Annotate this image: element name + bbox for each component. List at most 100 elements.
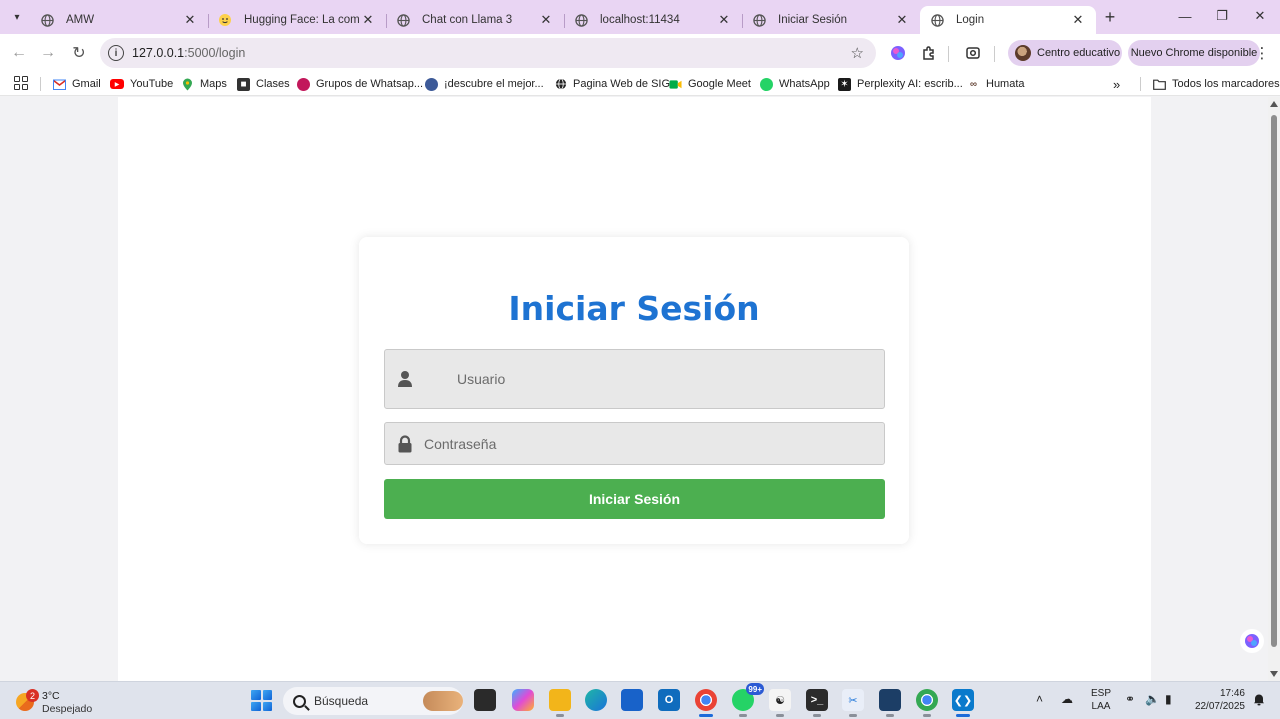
browser-menu-icon[interactable]: ⋮	[1255, 43, 1270, 63]
login-submit-button[interactable]: Iniciar Sesión	[384, 479, 885, 519]
close-tab-icon[interactable]: ✕	[360, 12, 376, 28]
chrome-icon[interactable]	[695, 689, 717, 717]
all-bookmarks-button[interactable]: Todos los marcadores	[1153, 75, 1280, 93]
tab-chat-llama[interactable]: Chat con Llama 3 ✕	[386, 6, 565, 34]
globe-icon	[554, 78, 567, 91]
close-window-button[interactable]: ✕	[1242, 4, 1278, 28]
address-bar[interactable]: i 127.0.0.1:5000/login ☆	[100, 38, 876, 68]
reload-button[interactable]: ↻	[68, 42, 90, 64]
weather-temperature: 3°C	[42, 690, 60, 702]
bookmark-label: ¡descubre el mejor...	[444, 78, 544, 90]
bookmark-perplexity[interactable]: ✶ Perplexity AI: escrib...	[838, 75, 963, 93]
vertical-scrollbar[interactable]	[1268, 97, 1280, 681]
chrome-profile-icon[interactable]	[916, 689, 938, 717]
scroll-up-icon[interactable]	[1270, 101, 1278, 107]
back-button[interactable]: ←	[8, 42, 30, 64]
username-input[interactable]	[385, 350, 884, 408]
bookmark-label: WhatsApp	[779, 78, 830, 90]
maximize-button[interactable]: ❐	[1204, 4, 1240, 28]
gemini-icon[interactable]	[888, 43, 908, 63]
show-hidden-icons-chevron-icon[interactable]: ˄	[1036, 692, 1043, 706]
scrollbar-thumb[interactable]	[1271, 115, 1277, 647]
app-indicator	[776, 714, 784, 717]
bookmark-gmail[interactable]: Gmail	[53, 75, 101, 93]
tab-hugging-face[interactable]: Hugging Face: La comunidad ✕	[208, 6, 387, 34]
tab-iniciar-sesion[interactable]: Iniciar Sesión ✕	[742, 6, 920, 34]
store-icon[interactable]	[621, 689, 643, 711]
tab-login[interactable]: Login ✕	[920, 6, 1096, 34]
more-bookmarks-chevron-icon[interactable]: »	[1113, 75, 1120, 93]
whatsapp-taskbar-icon[interactable]: 99+	[732, 683, 764, 717]
gmail-icon	[53, 78, 66, 91]
forward-button[interactable]: →	[37, 42, 59, 64]
bookmarks-divider	[1140, 77, 1141, 91]
close-tab-icon[interactable]: ✕	[894, 12, 910, 28]
clock-date: 22/07/2025	[1194, 701, 1245, 712]
ollama-icon[interactable]: ☯	[769, 689, 791, 717]
google-lens-icon[interactable]	[963, 43, 983, 63]
tab-amw[interactable]: AMW ✕	[30, 6, 209, 34]
password-input[interactable]	[385, 423, 884, 464]
bookmark-label: Todos los marcadores	[1172, 78, 1280, 90]
youtube-icon: ▶	[110, 79, 124, 89]
wifi-icon[interactable]: ⚭	[1125, 692, 1135, 706]
bookmark-humata[interactable]: ∞ Humata	[967, 75, 1025, 93]
terminal-icon[interactable]: >_	[806, 689, 828, 717]
battery-icon[interactable]: ▮	[1165, 692, 1172, 706]
input-language[interactable]: ESP LAA	[1088, 687, 1114, 713]
app-indicator	[849, 714, 857, 717]
bookmark-star-icon[interactable]: ☆	[851, 44, 864, 62]
edge-icon[interactable]	[585, 689, 607, 711]
snipping-tool-icon[interactable]: ✂	[842, 689, 864, 717]
password-field[interactable]	[384, 422, 885, 465]
task-view-icon[interactable]	[474, 689, 496, 711]
close-tab-icon[interactable]: ✕	[538, 12, 554, 28]
copilot-icon[interactable]	[512, 689, 534, 711]
clock-time: 17:46	[1219, 688, 1245, 699]
gemini-side-icon[interactable]	[1240, 629, 1264, 653]
page-container: Iniciar Sesión Iniciar Sesión	[118, 97, 1151, 681]
site-info-icon[interactable]: i	[108, 45, 124, 61]
notification-bell-icon[interactable]	[1252, 692, 1266, 706]
app-indicator	[956, 714, 970, 717]
bookmark-label: Gmail	[72, 78, 101, 90]
taskbar-search[interactable]: Búsqueda	[283, 687, 463, 715]
vscode-icon[interactable]: ❮❯	[952, 689, 974, 717]
bookmarks-divider	[40, 77, 41, 91]
bookmark-whatsapp[interactable]: WhatsApp	[760, 75, 830, 93]
extensions-icon[interactable]	[919, 43, 939, 63]
system-clock[interactable]: 17:46 22/07/2025	[1188, 687, 1245, 713]
bookmark-sig[interactable]: Pagina Web de SIG	[554, 75, 670, 93]
close-tab-icon[interactable]: ✕	[716, 12, 732, 28]
scroll-down-icon[interactable]	[1270, 671, 1278, 677]
profile-button[interactable]: Centro educativo	[1008, 40, 1122, 66]
chrome-update-button[interactable]: Nuevo Chrome disponible	[1128, 40, 1260, 66]
tab-localhost[interactable]: localhost:11434 ✕	[564, 6, 743, 34]
outlook-icon[interactable]: O	[658, 689, 680, 711]
login-title: Iniciar Sesión	[508, 289, 760, 328]
new-tab-button[interactable]: +	[1100, 7, 1120, 27]
bookmark-descubre[interactable]: ¡descubre el mejor...	[425, 75, 544, 93]
keyboard-layout: LAA	[1091, 701, 1111, 712]
avatar	[1015, 45, 1031, 61]
volume-icon[interactable]: 🔈	[1145, 692, 1160, 706]
username-field[interactable]	[384, 349, 885, 409]
close-tab-icon[interactable]: ✕	[182, 12, 198, 28]
apps-grid-icon[interactable]	[14, 76, 28, 90]
tab-search-button[interactable]: ▾	[6, 6, 28, 28]
bookmark-grupos[interactable]: Grupos de Whatsap...	[297, 75, 423, 93]
close-tab-icon[interactable]: ✕	[1070, 12, 1086, 28]
start-button[interactable]	[251, 690, 272, 711]
minimize-button[interactable]: —	[1167, 4, 1203, 28]
bookmark-meet[interactable]: Google Meet	[669, 75, 751, 93]
file-explorer-icon[interactable]	[549, 689, 571, 717]
onedrive-offline-icon[interactable]: ☁	[1061, 692, 1073, 706]
login-card: Iniciar Sesión Iniciar Sesión	[359, 237, 909, 544]
mysql-workbench-icon[interactable]	[879, 689, 901, 717]
globe-icon	[40, 13, 54, 27]
bookmark-clases[interactable]: ■ Clases	[237, 75, 290, 93]
weather-widget[interactable]: 2 3°C Despejado	[14, 687, 104, 715]
bookmark-maps[interactable]: Maps	[181, 75, 227, 93]
bookmark-youtube[interactable]: ▶ YouTube	[110, 75, 173, 93]
meet-icon	[669, 78, 682, 91]
